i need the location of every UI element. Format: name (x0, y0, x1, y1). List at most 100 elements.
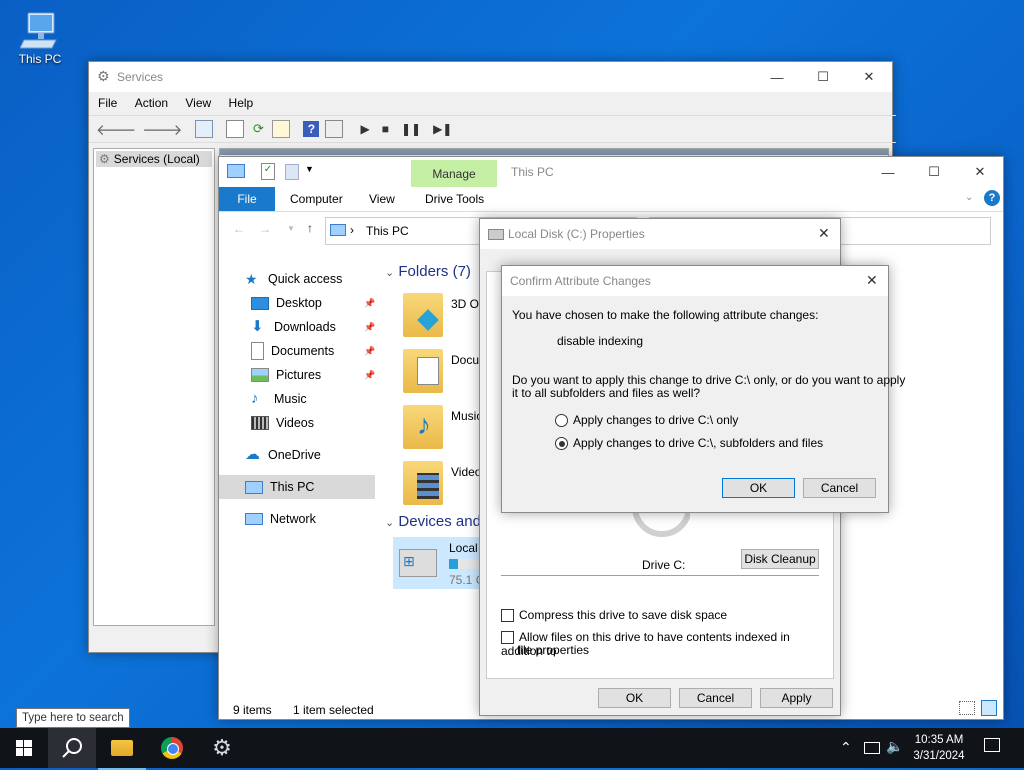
volume-muted-icon[interactable]: 🔈 (886, 738, 903, 755)
file-explorer-taskbar-button[interactable] (98, 728, 146, 770)
status-selected: 1 item selected (293, 703, 374, 717)
music-folder-icon: ♪ (403, 405, 443, 449)
help-icon[interactable]: ? (303, 121, 320, 137)
properties-titlebar[interactable]: Local Disk (C:) Properties ✕ (480, 219, 840, 249)
tab-file[interactable]: File (219, 187, 275, 211)
chevron-down-icon[interactable]: ▼ (287, 224, 295, 233)
view-icon[interactable] (325, 120, 344, 138)
menu-view[interactable]: View (178, 92, 218, 114)
folders-group-header[interactable]: ⌄ Folders (7) (385, 263, 471, 280)
large-icons-view-icon[interactable] (981, 700, 997, 716)
tab-computer[interactable]: Computer (290, 192, 343, 206)
pin-icon[interactable]: 📌 (364, 298, 375, 309)
services-tree-pane: ⚙ Services (Local) (93, 148, 215, 626)
up-arrow-icon[interactable]: ↑ (307, 221, 313, 235)
picture-icon (251, 368, 269, 382)
help-icon[interactable]: ? (984, 190, 1000, 206)
checkbox-box[interactable] (501, 631, 514, 645)
start-button[interactable] (0, 728, 48, 768)
nav-downloads[interactable]: ⬇ Downloads 📌 (219, 315, 375, 339)
services-taskbar-button[interactable]: ⚙ (198, 728, 246, 768)
details-view-icon[interactable] (959, 701, 975, 715)
refresh-icon[interactable]: ⟳ (250, 121, 266, 137)
properties-cancel-button[interactable]: Cancel (679, 688, 752, 708)
confirm-titlebar[interactable]: Confirm Attribute Changes ✕ (502, 266, 888, 296)
tab-view[interactable]: View (369, 192, 395, 206)
properties-ok-button[interactable]: OK (598, 688, 671, 708)
export-icon[interactable] (272, 120, 291, 138)
nav-pictures[interactable]: Pictures 📌 (219, 363, 375, 387)
gear-icon: ⚙ (99, 152, 110, 166)
drive-icon (488, 229, 504, 240)
devices-group-header[interactable]: ⌄ Devices and (385, 513, 481, 530)
forward-arrow-icon[interactable]: → (259, 222, 271, 236)
chrome-taskbar-button[interactable] (148, 728, 196, 768)
minimize-button[interactable]: — (865, 157, 911, 187)
close-button[interactable]: ✕ (957, 157, 1003, 187)
back-arrow-icon[interactable]: ← (233, 222, 245, 236)
properties-icon[interactable] (226, 120, 245, 138)
clock[interactable]: 10:35 AM 3/31/2024 (908, 732, 970, 764)
nav-quick-access[interactable]: ★ Quick access (219, 267, 342, 291)
maximize-button[interactable]: ☐ (800, 62, 846, 92)
play-icon[interactable]: ▶ (360, 122, 369, 136)
checklist-icon[interactable]: ✓ (261, 163, 275, 180)
nav-network[interactable]: Network (219, 507, 316, 531)
nav-music[interactable]: ♪ Music (219, 387, 307, 411)
notification-icon[interactable] (984, 738, 1000, 752)
nav-videos[interactable]: Videos (219, 411, 314, 435)
pin-icon[interactable]: 📌 (364, 322, 375, 333)
back-arrow-icon[interactable]: 🡐 (96, 120, 136, 139)
nav-documents[interactable]: Documents 📌 (219, 339, 375, 363)
search-tooltip: Type here to search (16, 708, 130, 728)
menu-help[interactable]: Help (222, 92, 261, 114)
properties-apply-button[interactable]: Apply (760, 688, 833, 708)
close-icon[interactable]: ✕ (866, 272, 878, 289)
drive-item-local-disk[interactable]: ⊞ Local 75.1 G (393, 537, 493, 589)
services-titlebar[interactable]: ⚙ Services — ☐ ✕ (89, 62, 892, 92)
chevron-down-icon[interactable]: ⌄ (965, 192, 973, 203)
console-tree-icon[interactable] (195, 120, 214, 138)
radio-drive-only[interactable]: Apply changes to drive C:\ only (555, 413, 738, 428)
nav-this-pc[interactable]: This PC (219, 475, 375, 499)
desktop-icon-this-pc[interactable]: This PC (12, 10, 68, 74)
document-icon (251, 342, 264, 360)
radio-button[interactable] (555, 437, 568, 451)
properties-title: Local Disk (C:) Properties (508, 227, 645, 241)
menu-action[interactable]: Action (128, 92, 175, 114)
nav-onedrive[interactable]: ☁ OneDrive (219, 443, 321, 467)
confirm-cancel-button[interactable]: Cancel (803, 478, 876, 498)
radio-button[interactable] (555, 414, 568, 428)
close-icon[interactable]: ✕ (818, 225, 830, 242)
network-icon[interactable] (864, 742, 880, 754)
nav-desktop[interactable]: Desktop 📌 (219, 291, 375, 315)
forward-arrow-icon[interactable]: 🡒 (142, 120, 182, 139)
clock-date: 3/31/2024 (913, 750, 965, 762)
gear-icon: ⚙ (212, 735, 232, 760)
menu-file[interactable]: File (91, 92, 124, 114)
pin-icon[interactable]: 📌 (364, 370, 375, 381)
manage-tab[interactable]: Manage (411, 160, 497, 187)
checkbox-box[interactable] (501, 609, 514, 623)
chevron-down-icon[interactable]: ▼ (305, 164, 314, 174)
tab-drive-tools[interactable]: Drive Tools (425, 192, 484, 206)
stop-icon[interactable]: ■ (382, 122, 389, 136)
confirm-ok-button[interactable]: OK (722, 478, 795, 498)
ribbon-tabs: File Computer View Drive Tools ⌄ ? (219, 187, 1003, 212)
radio-subfolders[interactable]: Apply changes to drive C:\, subfolders a… (555, 436, 823, 451)
clock-time: 10:35 AM (914, 734, 964, 746)
new-folder-icon[interactable] (285, 164, 299, 180)
pause-icon[interactable]: ❚❚ (401, 122, 421, 136)
tree-item-services-local[interactable]: ⚙ Services (Local) (96, 151, 212, 167)
close-button[interactable]: ✕ (846, 62, 892, 92)
pin-icon[interactable]: 📌 (364, 346, 375, 357)
disk-cleanup-button[interactable]: Disk Cleanup (741, 549, 819, 569)
confirm-question-line1: Do you want to apply this change to driv… (512, 373, 906, 387)
maximize-button[interactable]: ☐ (911, 157, 957, 187)
minimize-button[interactable]: — (754, 62, 800, 92)
chevron-up-icon[interactable]: ⌃ (840, 739, 852, 756)
search-button[interactable] (48, 728, 96, 768)
restart-icon[interactable]: ▶❚ (433, 122, 452, 136)
compress-checkbox[interactable]: Compress this drive to save disk space (501, 608, 727, 623)
explorer-titlebar[interactable]: ✓ ▼ Manage This PC — ☐ ✕ (219, 157, 1003, 187)
